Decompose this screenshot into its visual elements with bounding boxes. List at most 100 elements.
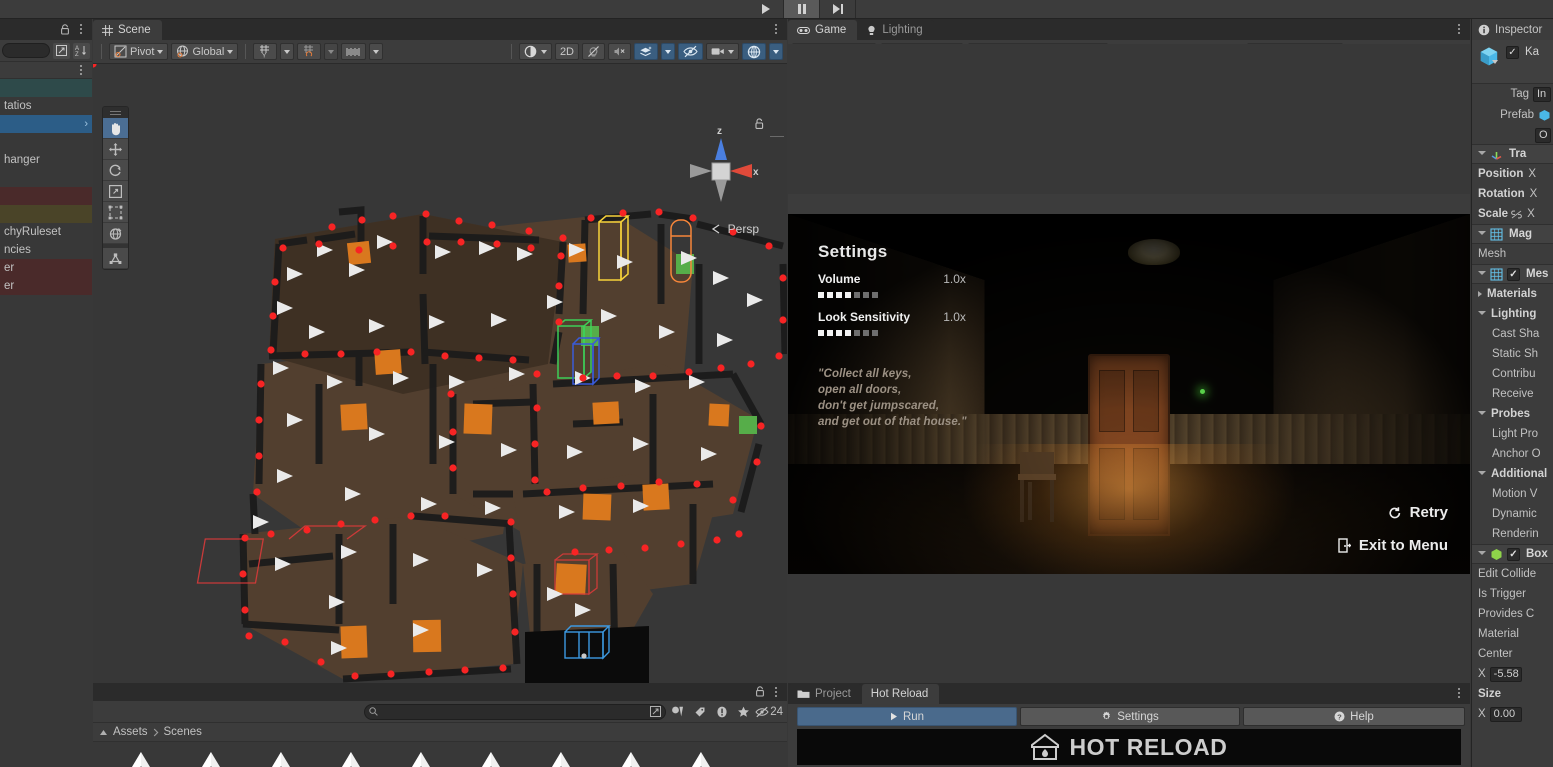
global-toggle-button[interactable]: Global <box>171 43 239 60</box>
chevron-down-icon[interactable] <box>1478 230 1486 238</box>
chevron-right-icon[interactable]: › <box>84 118 88 130</box>
scene-viewport[interactable]: // give all red gizmo circles a radius (… <box>93 64 787 703</box>
inspector-property-row[interactable]: Materials <box>1472 284 1553 304</box>
grid-snap-dropdown[interactable] <box>324 43 339 60</box>
grid-axis-dropdown[interactable] <box>280 43 295 60</box>
hierarchy-row[interactable] <box>0 133 92 151</box>
hud-pip[interactable] <box>845 330 851 336</box>
hud-pip[interactable] <box>854 330 860 336</box>
inspector-property-row[interactable]: Additional <box>1472 464 1553 484</box>
project-asset-item[interactable] <box>119 748 163 767</box>
hud-pip[interactable] <box>827 292 833 298</box>
project-search-input[interactable] <box>364 703 667 720</box>
scene-camera-button[interactable] <box>706 43 739 60</box>
tab-hot-reload[interactable]: Hot Reload <box>861 684 940 704</box>
hierarchy-row[interactable]: er <box>0 259 92 277</box>
tab-scene[interactable]: Scene <box>93 20 162 40</box>
inspector-property-row[interactable]: Mesh <box>1472 244 1553 264</box>
inspector-property-row[interactable]: Probes <box>1472 404 1553 424</box>
chevron-down-icon[interactable] <box>1478 150 1486 158</box>
hierarchy-row[interactable]: › <box>0 115 92 133</box>
tab-lighting[interactable]: Lighting <box>857 20 934 40</box>
component-header-boxcollider[interactable]: ✓ Box <box>1472 544 1553 564</box>
hierarchy-row[interactable] <box>0 169 92 187</box>
inspector-property-row[interactable]: Contribu <box>1472 364 1553 384</box>
scene-gizmo-lock-icon[interactable] <box>754 118 765 130</box>
scene-audio-button[interactable] <box>608 43 631 60</box>
inspector-property-row[interactable]: Size <box>1472 684 1553 704</box>
chevron-down-icon[interactable] <box>1478 270 1486 278</box>
hierarchy-expand-icon[interactable] <box>53 42 70 59</box>
inspector-property-row[interactable]: Is Trigger <box>1472 584 1553 604</box>
tab-project[interactable]: Project <box>788 684 862 704</box>
component-header-transform[interactable]: Tra <box>1472 144 1553 164</box>
inspector-property-row[interactable]: Motion V <box>1472 484 1553 504</box>
inspector-property-row[interactable]: Provides C <box>1472 604 1553 624</box>
inspector-property-row[interactable]: Material <box>1472 624 1553 644</box>
project-asset-item[interactable] <box>609 748 653 767</box>
hierarchy-search-input[interactable] <box>2 43 50 58</box>
project-lock-icon[interactable] <box>755 686 765 697</box>
chevron-down-icon[interactable] <box>1478 550 1486 558</box>
hud-pip[interactable] <box>818 330 824 336</box>
gameobject-name-field[interactable]: Ka <box>1525 46 1539 58</box>
scene-fx-button[interactable] <box>634 43 658 60</box>
inspector-property-row[interactable]: Renderin <box>1472 524 1553 544</box>
link-icon[interactable] <box>1511 210 1522 219</box>
inspector-property-row[interactable]: X 0.00 <box>1472 704 1553 724</box>
project-asset-item[interactable] <box>259 748 303 767</box>
project-menu-icon[interactable] <box>770 685 782 699</box>
hud-pip[interactable] <box>872 292 878 298</box>
grid-axis-button[interactable]: Y <box>253 43 278 60</box>
project-asset-item[interactable] <box>189 748 233 767</box>
hot-reload-settings-button[interactable]: Settings <box>1020 707 1240 726</box>
inspector-property-row[interactable]: Light Pro <box>1472 424 1553 444</box>
scene-lighting-button[interactable] <box>582 43 605 60</box>
play-button[interactable] <box>748 0 784 18</box>
favorite-star-icon[interactable] <box>733 703 754 720</box>
inspector-property-row[interactable]: Rotation X <box>1472 184 1553 204</box>
hud-pip[interactable] <box>872 330 878 336</box>
inspector-property-row[interactable]: Scale X <box>1472 204 1553 224</box>
inspector-property-row[interactable]: Static Sh <box>1472 344 1553 364</box>
label-filter-icon[interactable] <box>689 703 710 720</box>
component-enabled-checkbox[interactable]: ✓ <box>1507 267 1520 281</box>
project-asset-item[interactable] <box>399 748 443 767</box>
hud-pip[interactable] <box>854 292 860 298</box>
hud-retry-button[interactable]: Retry <box>1388 504 1448 521</box>
project-asset-item[interactable] <box>679 748 723 767</box>
inspector-property-row[interactable]: Position X <box>1472 164 1553 184</box>
hierarchy-row[interactable]: tatios <box>0 97 92 115</box>
tab-game[interactable]: Game <box>788 20 858 40</box>
hidden-assets-indicator[interactable]: 24 <box>755 703 783 720</box>
hierarchy-sub-menu-icon[interactable] <box>75 63 87 77</box>
project-asset-item[interactable] <box>539 748 583 767</box>
inspector-tabrow[interactable]: Inspector <box>1472 19 1553 40</box>
chevron-right-icon[interactable] <box>1478 291 1482 297</box>
chevron-down-icon[interactable] <box>1478 410 1486 418</box>
hot-reload-run-button[interactable]: Run <box>797 707 1017 726</box>
hud-pip[interactable] <box>836 330 842 336</box>
chevron-down-icon[interactable] <box>1478 310 1486 318</box>
game-menu-icon[interactable] <box>1453 22 1465 36</box>
inspector-property-row[interactable]: Center <box>1472 644 1553 664</box>
lock-icon[interactable] <box>60 24 70 35</box>
prefab-open-button[interactable]: O <box>1535 127 1551 143</box>
hud-pip[interactable] <box>827 330 833 336</box>
gameobject-active-checkbox[interactable]: ✓ <box>1506 46 1519 59</box>
shading-mode-button[interactable] <box>518 43 552 60</box>
hierarchy-row[interactable]: chyRuleset <box>0 223 92 241</box>
inspector-property-row[interactable]: Lighting <box>1472 304 1553 324</box>
game-viewport[interactable]: Settings Volume 1.0x Look Sensitivity 1.… <box>788 214 1470 594</box>
breadcrumb-item-assets[interactable]: Assets <box>113 726 148 738</box>
hierarchy-row[interactable]: hanger <box>0 151 92 169</box>
hud-sensitivity-pips[interactable] <box>818 330 966 336</box>
ruler-button[interactable] <box>341 43 367 60</box>
component-header-meshrenderer[interactable]: ✓ Mes <box>1472 264 1553 284</box>
hud-exit-button[interactable]: Exit to Menu <box>1338 537 1448 554</box>
project-asset-item[interactable] <box>329 748 373 767</box>
project-search-expand-icon[interactable] <box>650 706 662 717</box>
breadcrumb-item-scenes[interactable]: Scenes <box>164 726 202 738</box>
component-enabled-checkbox[interactable]: ✓ <box>1507 547 1520 561</box>
hot-reload-menu-icon[interactable] <box>1453 686 1465 700</box>
